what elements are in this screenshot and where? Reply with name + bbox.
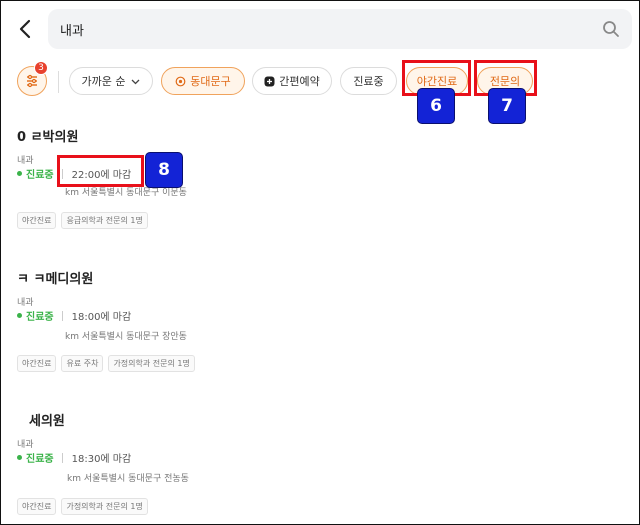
annotation-marker-8: 8 [145,152,183,188]
annotation-marker-6: 6 [417,88,455,124]
clinic-name[interactable]: 0 ㄹ박의원 [17,126,627,145]
chevron-left-icon [19,19,31,39]
clinic-status-row: 진료중 18:00에 마감 [17,308,131,323]
clinic-tags: 야간진료 유료 주차 가정의학과 전문의 1명 [17,355,195,372]
open-status-dot [17,313,22,318]
chip-region[interactable]: 동대문구 [161,67,245,95]
plus-badge-icon [264,76,275,86]
chevron-down-icon [132,79,140,84]
sort-label: 가까운 순 [81,75,126,88]
divider [61,452,63,463]
closing-time: 18:30에 마감 [71,454,132,465]
open-status-dot [17,455,22,460]
tag: 유료 주차 [61,355,104,372]
tag: 응급의학과 전문의 1명 [61,212,148,229]
search-input[interactable] [60,21,594,37]
clinic-card[interactable]: ㅋ ㅋ메디의원 내과 진료중 18:00에 마감 km 서울특별시 동대문구 장… [17,268,627,378]
sort-dropdown[interactable]: 가까운 순 [69,67,153,95]
chip-region-label: 동대문구 [190,75,231,88]
clinic-tags: 야간진료 응급의학과 전문의 1명 [17,212,148,229]
closing-time: 18:00에 마감 [71,312,132,323]
divider [58,71,59,93]
chip-open-now-label: 진료중 [353,75,384,88]
divider [61,310,63,321]
clinic-department: 내과 [17,298,34,308]
chip-open-now[interactable]: 진료중 [340,67,397,95]
tag: 야간진료 [17,212,57,229]
open-status-text: 진료중 [26,170,54,181]
tag: 가정의학과 전문의 1명 [108,355,195,372]
filter-bar: 3 가까운 순 동대문구 간편예약 진료중 야간진료 전문의 [1,61,640,99]
clinic-status-row: 진료중 18:30에 마감 [17,450,131,465]
annotation-marker-7: 7 [488,88,526,124]
location-target-icon [175,76,186,86]
clinic-card[interactable]: 세의원 내과 진료중 18:30에 마감 km 서울특별시 동대문구 전농동 야… [17,410,627,520]
chip-easy-booking[interactable]: 간편예약 [252,67,332,95]
open-status-dot [17,171,22,176]
filter-sliders-icon [27,74,37,88]
clinic-address: km 서울특별시 동대문구 전농동 [67,474,189,484]
tag: 야간진료 [17,355,57,372]
clinic-name[interactable]: ㅋ ㅋ메디의원 [17,268,627,287]
open-status-text: 진료중 [26,312,54,323]
open-status-text: 진료중 [26,454,54,465]
filter-count-badge: 3 [34,61,48,75]
clinic-name[interactable]: 세의원 [17,410,627,429]
back-button[interactable] [13,15,37,43]
chip-easy-booking-label: 간편예약 [279,75,320,88]
clinic-department: 내과 [17,440,34,450]
tag: 가정의학과 전문의 1명 [61,498,148,515]
search-bar[interactable] [48,9,632,49]
clinic-address: km 서울특별시 동대문구 장안동 [65,332,187,342]
search-icon[interactable] [602,20,620,38]
clinic-tags: 야간진료 가정의학과 전문의 1명 [17,498,148,515]
tag: 야간진료 [17,498,57,515]
highlight-box-closing-time [57,155,144,187]
screen-frame: 3 가까운 순 동대문구 간편예약 진료중 야간진료 전문의 6 7 0 ㄹ박의… [0,0,640,525]
